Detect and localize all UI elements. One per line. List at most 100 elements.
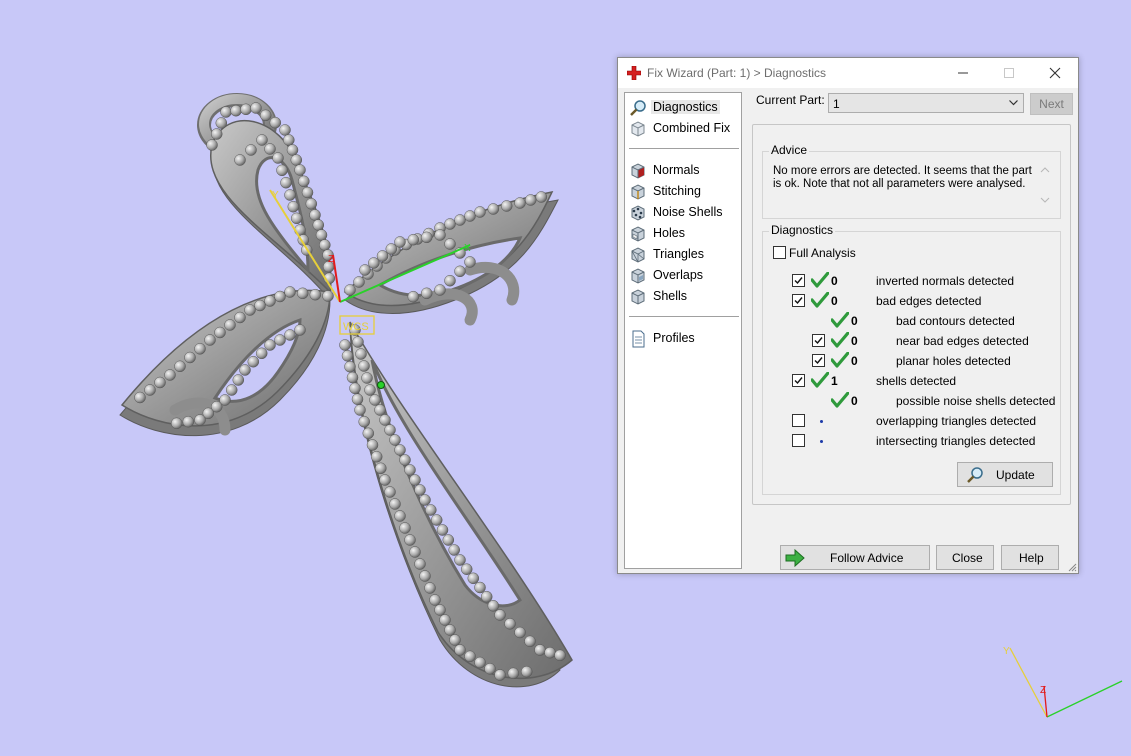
bead <box>244 304 256 316</box>
bead <box>520 665 533 678</box>
next-button[interactable]: Next <box>1030 93 1073 115</box>
nav-item-noise-shells[interactable]: Noise Shells <box>629 203 737 223</box>
bead <box>264 143 276 155</box>
bead <box>474 656 486 669</box>
nav-item-normals[interactable]: Normals <box>629 161 737 181</box>
bead <box>429 594 441 606</box>
bead <box>309 288 322 301</box>
diagnostic-checkbox[interactable] <box>792 434 805 447</box>
bead <box>230 104 242 117</box>
bead <box>389 434 401 446</box>
bead <box>214 326 226 339</box>
update-button[interactable]: Update <box>957 462 1053 487</box>
diagnostic-checkbox[interactable] <box>792 294 805 307</box>
maximize-icon <box>1004 68 1014 78</box>
close-window-button[interactable] <box>1032 58 1078 88</box>
bead <box>480 590 493 603</box>
svg-text:Z: Z <box>1040 685 1046 696</box>
bead <box>256 134 268 146</box>
bead <box>524 194 537 206</box>
bead <box>500 200 513 212</box>
bead <box>374 404 386 416</box>
bead <box>274 334 286 346</box>
nav-item-diagnostics[interactable]: Diagnostics <box>629 98 737 118</box>
bead <box>434 284 446 296</box>
follow-advice-button[interactable]: Follow Advice <box>780 545 930 570</box>
bead <box>414 558 426 570</box>
bead <box>474 581 486 594</box>
diagnostic-label: bad edges detected <box>876 294 982 308</box>
diagnostic-label: intersecting triangles detected <box>876 434 1036 448</box>
nav-item-shells[interactable]: Shells <box>629 287 737 307</box>
bead <box>272 152 284 164</box>
checkmark-icon <box>794 277 803 285</box>
diagnostic-checkbox[interactable] <box>792 274 805 287</box>
current-part-select[interactable]: 1 <box>828 93 1024 113</box>
diagnostic-checkbox[interactable] <box>792 374 805 387</box>
bead <box>385 243 398 255</box>
bead <box>305 198 318 210</box>
close-icon <box>1049 67 1061 79</box>
bead <box>344 360 356 373</box>
bead <box>361 372 373 384</box>
bead <box>220 106 232 118</box>
bead <box>535 191 548 203</box>
bead <box>269 116 282 129</box>
diagnostic-checkbox[interactable] <box>812 334 825 347</box>
diagnostic-label: bad contours detected <box>896 314 1015 328</box>
bead <box>420 231 433 244</box>
bead <box>296 287 309 300</box>
help-button[interactable]: Help <box>1001 545 1059 570</box>
nav-item-profiles[interactable]: Profiles <box>629 329 737 349</box>
bead <box>534 644 546 656</box>
bead <box>370 450 383 463</box>
nav-item-stitching[interactable]: Stitching <box>629 182 737 202</box>
diagnostic-checkbox[interactable] <box>792 414 805 427</box>
title-bar[interactable]: Fix Wizard (Part: 1) > Diagnostics <box>618 58 1078 88</box>
bead <box>274 290 286 303</box>
diagnostic-label: planar holes detected <box>896 354 1011 368</box>
current-part-value: 1 <box>833 97 840 111</box>
bead <box>467 572 480 585</box>
bead <box>434 604 446 616</box>
nav-item-triangles[interactable]: Triangles <box>629 245 737 265</box>
fix-wizard-dialog: Fix Wizard (Part: 1) > Diagnostics Diagn… <box>617 57 1079 574</box>
full-analysis-checkbox[interactable] <box>773 246 786 259</box>
bead <box>404 534 416 546</box>
minimize-button[interactable] <box>940 58 986 88</box>
minimize-icon <box>958 72 968 74</box>
diagnostic-checkbox[interactable] <box>812 354 825 367</box>
bead <box>420 287 433 300</box>
bead <box>454 265 466 278</box>
bead <box>379 474 391 486</box>
bead <box>407 233 420 246</box>
bead <box>394 510 406 522</box>
advice-textbox[interactable]: No more errors are detected. It seems th… <box>769 161 1053 211</box>
nav-item-combined-fix[interactable]: Combined Fix <box>629 119 737 139</box>
bead <box>182 415 195 428</box>
bead <box>419 570 431 582</box>
close-label: Close <box>952 551 983 565</box>
bead <box>394 444 406 456</box>
diagnostics-title: Diagnostics <box>769 223 836 237</box>
nav-divider <box>629 148 739 150</box>
bead <box>250 102 262 114</box>
bead <box>315 229 328 241</box>
bead <box>442 534 455 546</box>
bead <box>287 200 300 213</box>
bead <box>284 189 296 201</box>
bead <box>407 290 420 303</box>
nav-label: Profiles <box>653 331 695 345</box>
bead <box>224 319 236 331</box>
advice-scrollbar[interactable] <box>1037 161 1053 209</box>
nav-item-overlaps[interactable]: Overlaps <box>629 266 737 286</box>
nav-item-holes[interactable]: Holes <box>629 224 737 244</box>
bead <box>284 329 296 341</box>
overlaps-cube-icon <box>631 268 645 284</box>
resize-grip-icon[interactable] <box>1067 562 1077 572</box>
svg-text:Z: Z <box>328 254 334 265</box>
triangles-cube-icon <box>631 247 645 263</box>
close-button[interactable]: Close <box>936 545 994 570</box>
bead <box>255 347 268 360</box>
bead <box>368 257 380 269</box>
